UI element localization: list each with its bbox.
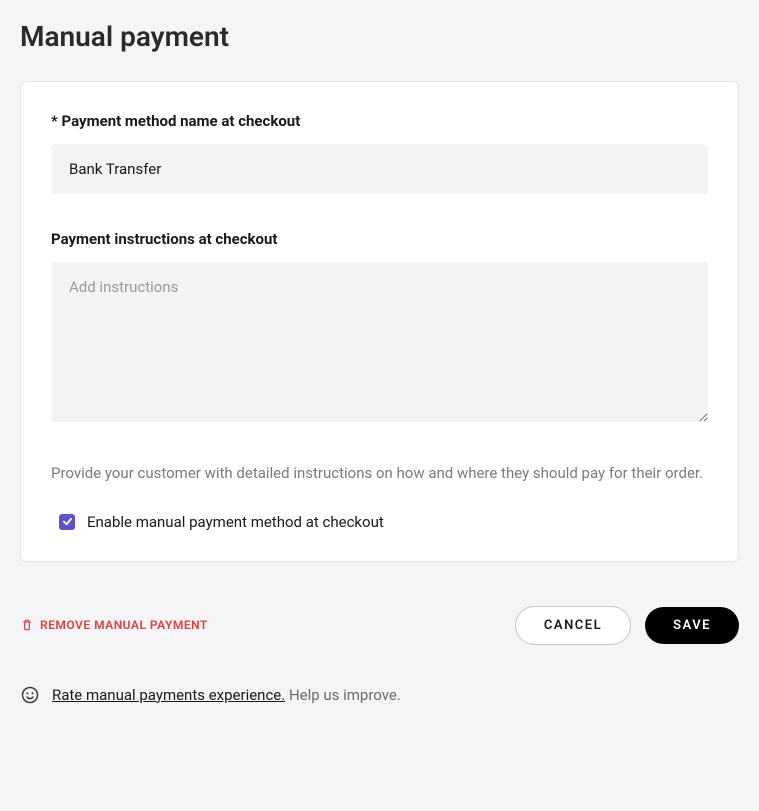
trash-icon	[20, 618, 34, 632]
enable-checkbox[interactable]	[59, 514, 75, 530]
instructions-field-label: Payment instructions at checkout	[51, 230, 708, 248]
name-field-label: * Payment method name at checkout	[51, 112, 708, 130]
instructions-help-text: Provide your customer with detailed inst…	[51, 462, 708, 485]
feedback-row: Rate manual payments experience. Help us…	[20, 685, 739, 705]
footer-actions: REMOVE MANUAL PAYMENT CANCEL SAVE	[20, 606, 739, 645]
instructions-textarea[interactable]	[51, 262, 708, 422]
payment-name-input[interactable]	[51, 144, 708, 194]
feedback-text: Rate manual payments experience. Help us…	[52, 686, 401, 704]
name-field-group: * Payment method name at checkout	[51, 112, 708, 194]
feedback-tail: Help us improve.	[285, 686, 401, 704]
remove-payment-button[interactable]: REMOVE MANUAL PAYMENT	[20, 618, 208, 632]
remove-payment-label: REMOVE MANUAL PAYMENT	[40, 618, 208, 632]
enable-checkbox-row[interactable]: Enable manual payment method at checkout	[51, 513, 708, 531]
button-group: CANCEL SAVE	[515, 606, 739, 645]
instructions-field-group: Payment instructions at checkout	[51, 230, 708, 426]
smiley-icon	[20, 685, 40, 705]
cancel-button[interactable]: CANCEL	[515, 606, 631, 645]
payment-form-card: * Payment method name at checkout Paymen…	[20, 81, 739, 562]
page-title: Manual payment	[20, 20, 739, 53]
checkmark-icon	[62, 516, 73, 527]
save-button[interactable]: SAVE	[645, 607, 739, 644]
enable-checkbox-label[interactable]: Enable manual payment method at checkout	[87, 513, 384, 531]
feedback-link[interactable]: Rate manual payments experience.	[52, 686, 285, 704]
